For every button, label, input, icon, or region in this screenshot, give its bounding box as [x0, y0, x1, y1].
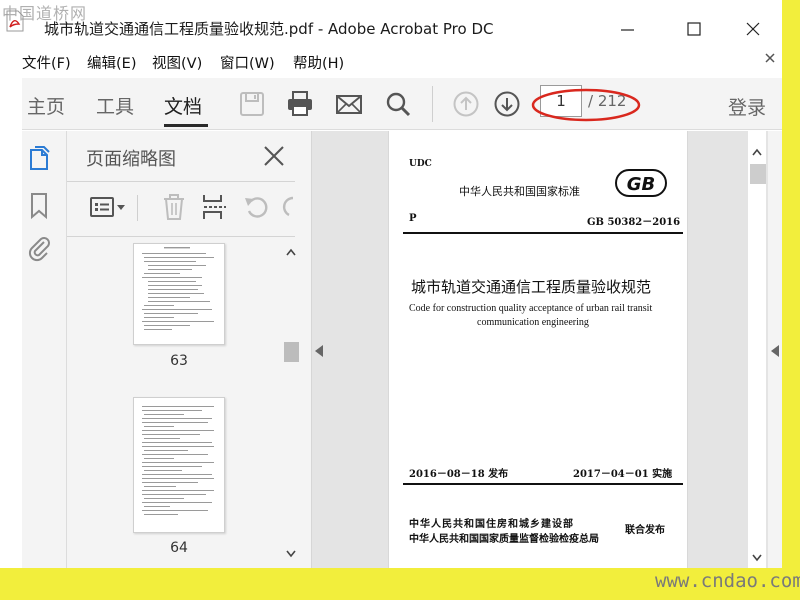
right-pane-rail: [768, 131, 782, 568]
active-tab-indicator: [164, 124, 208, 127]
close-panel-icon[interactable]: [263, 145, 285, 167]
panel-title: 页面缩略图: [86, 149, 176, 170]
close-document-icon[interactable]: [764, 52, 776, 64]
document-title-cn: 城市轨道交通通信工程质量验收规范: [411, 278, 652, 296]
menu-window[interactable]: 窗口(W): [220, 52, 275, 73]
pdf-page: UDC 中华人民共和国国家标准 GB P GB 50382－2016 城市轨道交…: [388, 131, 688, 568]
thumbnails-panel: 页面缩略图 63 64: [67, 131, 312, 568]
tab-document[interactable]: 文档: [164, 92, 202, 119]
title-bar: 城市轨道交通通信工程质量验收规范.pdf - Adobe Acrobat Pro…: [0, 0, 782, 44]
menu-view[interactable]: 视图(V): [152, 52, 202, 73]
expand-right-pane-arrow-icon[interactable]: [771, 345, 779, 357]
joint-issue: 联合发布: [625, 525, 665, 536]
page-up-icon[interactable]: [452, 90, 480, 118]
panel-tool-separator: [137, 195, 138, 221]
maximize-icon[interactable]: [672, 8, 718, 44]
search-icon[interactable]: [384, 90, 412, 118]
document-viewport[interactable]: UDC 中华人民共和国国家标准 GB P GB 50382－2016 城市轨道交…: [312, 131, 782, 568]
red-highlight-ellipse: [531, 88, 641, 122]
login-button[interactable]: 登录: [728, 93, 766, 120]
thumbnail-page-number: 63: [170, 353, 188, 369]
panel-divider: [67, 181, 295, 182]
toolbar-separator: [432, 86, 433, 122]
site-watermark-top: 中国道桥网: [2, 4, 88, 23]
menu-bar: 文件(F) 编辑(E) 视图(V) 窗口(W) 帮助(H): [0, 46, 782, 74]
implementation-date: 2017－04－01 实施: [573, 469, 673, 480]
gb-logo: GB: [615, 169, 667, 197]
attachment-icon[interactable]: [25, 233, 53, 263]
rotate-clockwise-icon[interactable]: [281, 193, 295, 221]
window-title: 城市轨道交通通信工程质量验收规范.pdf - Adobe Acrobat Pro…: [44, 20, 494, 38]
udc-label: UDC: [409, 159, 432, 169]
thumbnails-scrollbar[interactable]: [283, 241, 299, 568]
minimize-icon[interactable]: [610, 8, 656, 44]
svg-text:GB: GB: [627, 174, 656, 195]
document-title-en-2: communication engineering: [477, 317, 589, 328]
page-preview: [142, 247, 214, 330]
options-menu-icon[interactable]: [89, 193, 127, 221]
site-watermark-bottom: www.cndao.com: [655, 570, 800, 592]
left-navigation-rail: [22, 131, 67, 568]
header-rule: [403, 232, 683, 234]
page-down-icon[interactable]: [493, 90, 521, 118]
menu-file[interactable]: 文件(F): [22, 52, 71, 73]
menu-edit[interactable]: 编辑(E): [87, 52, 136, 73]
collapse-panel-arrow-icon[interactable]: [315, 345, 323, 357]
bookmark-icon[interactable]: [25, 191, 53, 221]
panel-divider: [67, 236, 295, 237]
delete-page-icon[interactable]: [161, 193, 187, 221]
print-icon[interactable]: [286, 90, 314, 118]
page-thumbnail[interactable]: [133, 397, 225, 533]
footer-rule: [403, 483, 683, 485]
category-code: P: [409, 213, 417, 224]
menu-help[interactable]: 帮助(H): [293, 52, 344, 73]
page-thumbnails-icon[interactable]: [25, 145, 53, 175]
standard-code: GB 50382－2016: [587, 217, 681, 228]
extract-pages-icon[interactable]: [201, 193, 229, 221]
issue-date: 2016－08－18 发布: [409, 469, 509, 480]
close-window-icon[interactable]: [730, 8, 776, 44]
thumbnail-page-number: 64: [170, 540, 188, 556]
rotate-counterclockwise-icon[interactable]: [243, 193, 271, 221]
document-title-en-1: Code for construction quality acceptance…: [409, 303, 653, 314]
page-preview: [142, 406, 214, 515]
standard-type: 中华人民共和国国家标准: [459, 185, 580, 198]
issuer-1: 中华人民共和国住房和城乡建设部: [409, 519, 574, 530]
tab-tools[interactable]: 工具: [96, 92, 134, 119]
save-icon[interactable]: [238, 90, 266, 118]
toolbar: 主页 工具 文档 1 / 212 登录: [22, 78, 782, 130]
tab-home[interactable]: 主页: [27, 92, 65, 119]
issuer-2: 中华人民共和国国家质量监督检验检疫总局: [409, 534, 599, 545]
page-thumbnail[interactable]: [133, 243, 225, 345]
acrobat-window: 城市轨道交通通信工程质量验收规范.pdf - Adobe Acrobat Pro…: [0, 0, 782, 568]
document-scrollbar[interactable]: [748, 131, 766, 568]
email-icon[interactable]: [335, 90, 363, 118]
